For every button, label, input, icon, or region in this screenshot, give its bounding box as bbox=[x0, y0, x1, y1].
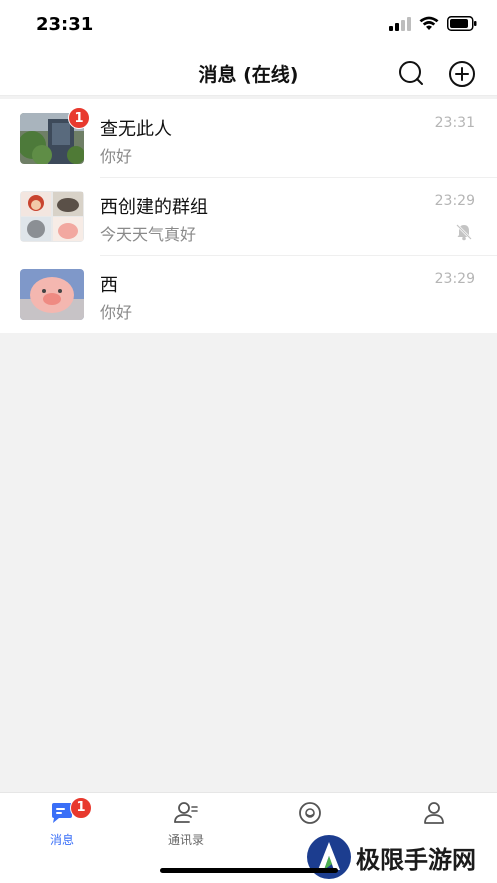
conversation-list: 1 查无此人 你好 23:31 西创建的群组 今天天气真好 23:29 西 你好… bbox=[0, 99, 497, 333]
conversation-name: 查无此人 bbox=[100, 119, 172, 140]
nav-bar: 消息 (在线) bbox=[0, 50, 497, 96]
add-circle-icon[interactable] bbox=[448, 60, 476, 88]
conversation-time: 23:31 bbox=[434, 115, 475, 131]
tab-label: 通讯录 bbox=[167, 833, 204, 847]
smile-icon bbox=[299, 802, 321, 824]
status-time: 23:31 bbox=[36, 14, 94, 35]
conversation-item[interactable]: 西 你好 23:29 bbox=[0, 255, 497, 333]
watermark-logo-icon bbox=[307, 835, 351, 879]
conversation-preview: 今天天气真好 bbox=[100, 225, 197, 244]
watermark: 极限手游网 bbox=[296, 828, 497, 883]
tab-messages[interactable]: 1 消息 bbox=[0, 797, 124, 848]
contacts-icon bbox=[174, 802, 198, 823]
tab-profile[interactable] bbox=[372, 801, 496, 831]
tab-contacts[interactable]: 通讯录 bbox=[124, 801, 248, 848]
person-icon bbox=[424, 802, 444, 824]
wifi-icon bbox=[419, 16, 439, 30]
tab-unread-badge: 1 bbox=[70, 797, 92, 819]
conversation-time: 23:29 bbox=[434, 193, 475, 209]
status-bar: 23:31 bbox=[0, 0, 497, 50]
battery-icon bbox=[447, 16, 477, 31]
status-icons bbox=[389, 16, 477, 31]
bell-mute-icon bbox=[456, 224, 472, 241]
conversation-preview: 你好 bbox=[100, 303, 133, 322]
tab-label: 消息 bbox=[49, 833, 74, 847]
avatar bbox=[20, 269, 84, 320]
conversation-preview: 你好 bbox=[100, 147, 133, 166]
group-avatar bbox=[20, 191, 84, 242]
conversation-item[interactable]: 1 查无此人 你好 23:31 bbox=[0, 99, 497, 177]
conversation-time: 23:29 bbox=[434, 271, 475, 287]
watermark-text: 极限手游网 bbox=[356, 845, 476, 874]
signal-icon bbox=[389, 16, 411, 31]
conversation-item[interactable]: 西创建的群组 今天天气真好 23:29 bbox=[0, 177, 497, 255]
unread-badge: 1 bbox=[68, 107, 90, 129]
home-indicator[interactable] bbox=[160, 868, 338, 873]
conversation-name: 西 bbox=[100, 275, 118, 296]
search-icon[interactable] bbox=[398, 60, 424, 86]
conversation-name: 西创建的群组 bbox=[100, 197, 208, 218]
